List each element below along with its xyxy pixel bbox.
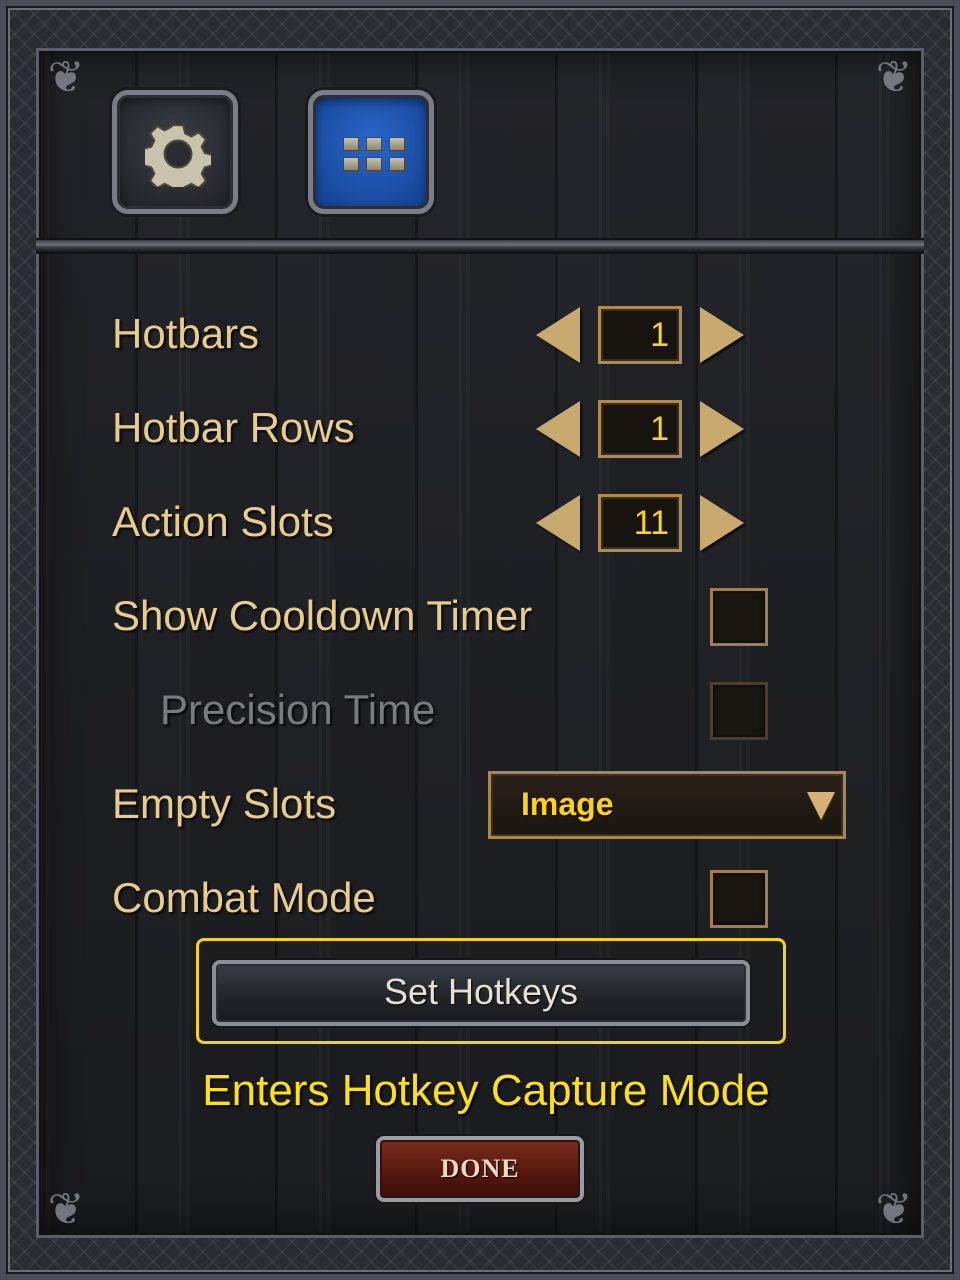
hotbars-value: 1 <box>598 306 682 364</box>
settings-panel <box>36 48 924 1238</box>
hotbars-decrement-button[interactable] <box>536 307 580 363</box>
gear-icon <box>145 124 211 187</box>
empty-slots-selected-value: Image <box>521 786 614 822</box>
tab-general-settings[interactable] <box>112 90 238 214</box>
set-hotkeys-button[interactable]: Set Hotkeys <box>212 960 750 1026</box>
hotbars-increment-button[interactable] <box>700 307 744 363</box>
hotbar-rows-decrement-button[interactable] <box>536 401 580 457</box>
corner-ornament-icon: ❦ <box>875 1184 913 1235</box>
hotbar-rows-label: Hotbar Rows <box>112 404 355 451</box>
done-button[interactable]: DONE <box>376 1136 584 1202</box>
precision-time-checkbox[interactable] <box>710 682 768 740</box>
hint-text: Enters Hotkey Capture Mode <box>202 1066 770 1115</box>
tab-hotbar-settings[interactable] <box>308 90 434 214</box>
corner-ornament-icon: ❦ <box>875 52 913 103</box>
corner-ornament-icon: ❦ <box>47 52 85 103</box>
corner-ornament-icon: ❦ <box>47 1184 85 1235</box>
empty-slots-label: Empty Slots <box>112 780 337 827</box>
precision-time-label: Precision Time <box>160 686 436 733</box>
combat-mode-label: Combat Mode <box>112 874 376 921</box>
hotbars-label: Hotbars <box>112 310 260 357</box>
show-cooldown-timer-label: Show Cooldown Timer <box>112 592 533 639</box>
hotbar-rows-increment-button[interactable] <box>700 401 744 457</box>
header-divider <box>36 238 924 254</box>
action-slots-increment-button[interactable] <box>700 495 744 551</box>
action-slots-decrement-button[interactable] <box>536 495 580 551</box>
empty-slots-dropdown[interactable]: Image <box>488 771 846 839</box>
combat-mode-checkbox[interactable] <box>710 870 768 928</box>
action-slots-value: 11 <box>598 494 682 552</box>
hotbar-rows-value: 1 <box>598 400 682 458</box>
grid-icon <box>343 137 405 177</box>
show-cooldown-timer-checkbox[interactable] <box>710 588 768 646</box>
action-slots-label: Action Slots <box>112 498 334 545</box>
chevron-down-icon <box>807 792 835 820</box>
